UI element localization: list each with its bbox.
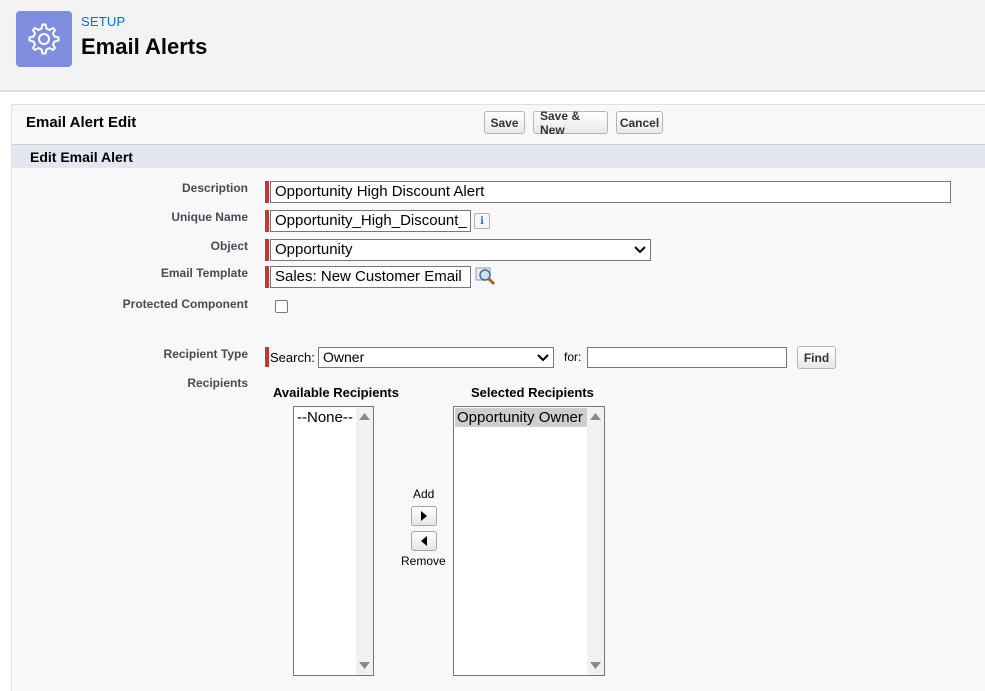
save-and-new-button[interactable]: Save & New <box>533 109 608 137</box>
section-header: Edit Email Alert <box>12 144 985 168</box>
required-marker <box>265 181 269 203</box>
lookup-icon[interactable] <box>475 267 497 287</box>
object-select-value: Opportunity <box>275 241 353 258</box>
required-marker <box>265 210 269 232</box>
scroll-up-icon[interactable] <box>589 411 602 421</box>
remove-label: Remove <box>401 554 446 568</box>
scroll-down-icon[interactable] <box>589 661 602 671</box>
protected-component-checkbox[interactable] <box>275 300 288 313</box>
object-label: Object <box>210 239 248 253</box>
email-template-label: Email Template <box>160 266 248 280</box>
chevron-down-icon <box>634 246 646 254</box>
available-recipients-list[interactable]: --None-- <box>293 406 374 676</box>
save-button[interactable]: Save <box>484 111 525 134</box>
scrollbar[interactable] <box>356 407 373 675</box>
remove-button[interactable] <box>411 531 437 551</box>
required-marker <box>265 347 269 367</box>
page-title: Email Alerts <box>81 34 208 59</box>
scroll-up-icon[interactable] <box>358 411 371 421</box>
cancel-button[interactable]: Cancel <box>616 111 663 134</box>
add-label: Add <box>413 487 435 501</box>
recipients-label: Recipients <box>187 376 248 390</box>
find-button[interactable]: Find <box>797 346 836 369</box>
description-label: Description <box>181 181 248 195</box>
required-marker <box>265 239 269 261</box>
panel-title: Email Alert Edit <box>26 114 137 131</box>
add-button[interactable] <box>411 506 437 526</box>
scrollbar[interactable] <box>587 407 604 675</box>
protected-component-label: Protected Component <box>122 297 248 311</box>
chevron-down-icon <box>537 354 549 362</box>
section-title: Edit Email Alert <box>30 149 133 165</box>
list-item[interactable]: --None-- <box>295 408 355 427</box>
recipient-search-input[interactable] <box>587 347 787 368</box>
email-template-input[interactable]: Sales: New Customer Email <box>270 266 471 288</box>
object-select[interactable]: Opportunity <box>270 239 651 261</box>
page-header: SETUP Email Alerts <box>0 0 985 92</box>
list-item[interactable]: Opportunity Owner <box>455 408 587 427</box>
arrow-left-icon <box>421 536 427 546</box>
unique-name-input[interactable]: Opportunity_High_Discount_ <box>270 210 471 232</box>
selected-recipients-list[interactable]: Opportunity Owner <box>453 406 605 676</box>
selected-recipients-header: Selected Recipients <box>471 385 594 400</box>
required-marker <box>265 266 269 288</box>
recipient-type-select-value: Owner <box>323 349 365 365</box>
unique-name-label: Unique Name <box>171 210 248 224</box>
scroll-down-icon[interactable] <box>358 661 371 671</box>
recipient-type-select[interactable]: Owner <box>318 347 554 368</box>
breadcrumb[interactable]: SETUP <box>81 14 125 29</box>
for-label: for: <box>564 350 582 364</box>
email-alert-edit-panel: Email Alert Edit Save Save & New Cancel … <box>11 104 985 691</box>
arrow-right-icon <box>421 511 427 521</box>
gear-icon <box>16 11 72 67</box>
description-input[interactable]: Opportunity High Discount Alert <box>270 181 951 203</box>
search-label: Search: <box>270 350 315 365</box>
available-recipients-header: Available Recipients <box>273 385 399 400</box>
info-icon[interactable]: i <box>474 213 490 229</box>
recipient-type-label: Recipient Type <box>163 347 248 361</box>
